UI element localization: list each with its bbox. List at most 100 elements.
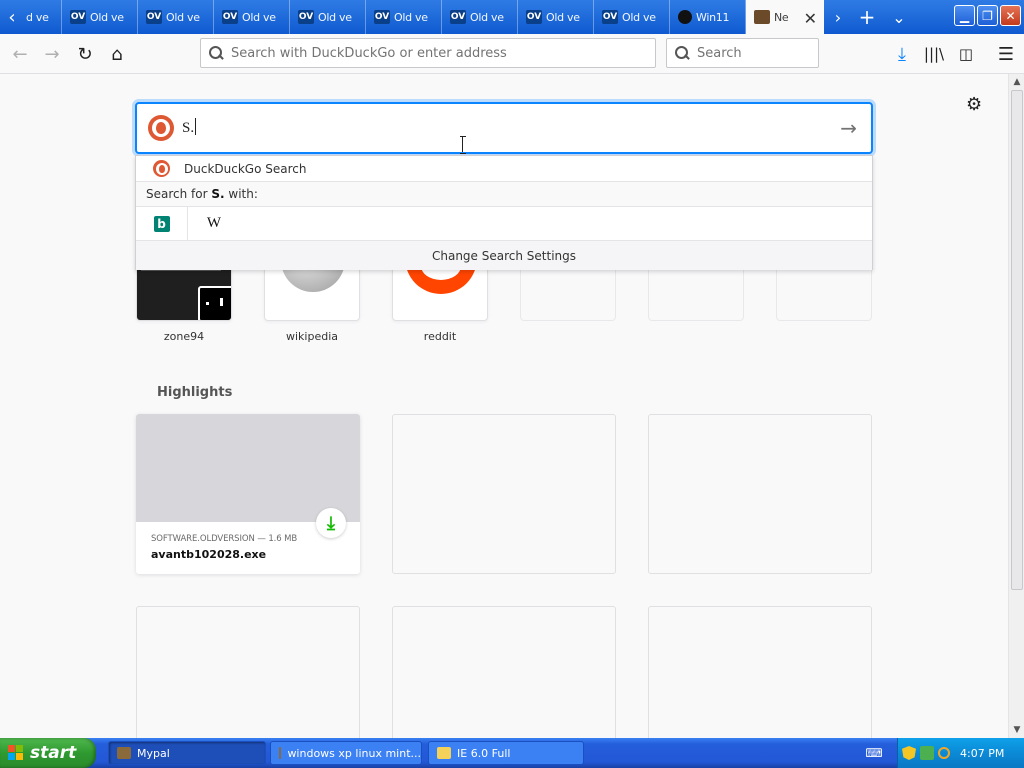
oldversion-icon: OV: [222, 10, 238, 24]
empty-highlight: [392, 414, 616, 574]
shield-icon[interactable]: [902, 746, 916, 760]
highlight-card[interactable]: ⤓ SOFTWARE.OLDVERSION — 1.6 MB avantb102…: [136, 414, 360, 574]
wikipedia-engine-button[interactable]: W: [188, 207, 240, 241]
start-label: start: [30, 743, 77, 763]
tab-scroll-left-icon[interactable]: ‹: [0, 0, 24, 34]
minimize-button[interactable]: ▁: [954, 5, 975, 26]
empty-highlight: [136, 606, 360, 738]
search-suggestions-dropdown: DuckDuckGo Search Search for S. with: b …: [135, 155, 873, 270]
taskbar-item-folder[interactable]: IE 6.0 Full: [428, 741, 584, 765]
tab[interactable]: OV Old ve: [594, 0, 670, 34]
oldversion-icon: OV: [146, 10, 162, 24]
tab-title: Ne: [774, 10, 789, 24]
clock: 4:07 PM: [960, 746, 1005, 760]
zone94-icon: [198, 286, 231, 320]
bing-engine-button[interactable]: b: [136, 206, 188, 241]
tab-title: Old ve: [394, 10, 428, 24]
duckduckgo-icon: [148, 115, 174, 141]
tab-title: Old ve: [242, 10, 276, 24]
highlight-filename: avantb102028.exe: [151, 548, 267, 561]
mypal-icon: [754, 10, 770, 24]
tab-title: Old ve: [166, 10, 200, 24]
forward-icon[interactable]: →: [38, 40, 66, 68]
bing-icon: b: [153, 215, 170, 232]
tab-active[interactable]: Ne ✕: [746, 0, 824, 34]
taskbar-item-label: IE 6.0 Full: [457, 746, 511, 760]
vertical-scrollbar[interactable]: ▲ ▼: [1008, 74, 1024, 738]
windows-flag-icon: [8, 745, 24, 761]
taskbar: start Mypal windows xp linux mint... IE …: [0, 738, 1024, 768]
close-tab-icon[interactable]: ✕: [804, 9, 817, 28]
top-site-label: wikipedia: [285, 330, 338, 343]
oldversion-icon: OV: [70, 10, 86, 24]
suggestion-engine-row[interactable]: DuckDuckGo Search: [136, 156, 872, 181]
scroll-up-icon[interactable]: ▲: [1009, 74, 1024, 90]
search-go-icon[interactable]: →: [840, 116, 857, 140]
top-site-label: reddit: [423, 330, 457, 343]
tab[interactable]: OV Old ve: [62, 0, 138, 34]
tab-scroll-right-icon[interactable]: ›: [823, 0, 853, 34]
downloads-icon[interactable]: ⤓: [888, 40, 916, 68]
tab[interactable]: OV Old ve: [518, 0, 594, 34]
tab-title: Old ve: [546, 10, 580, 24]
engine-name: DuckDuckGo Search: [184, 161, 307, 176]
scrollbar-thumb[interactable]: [1011, 90, 1023, 590]
search-for-suffix: with:: [224, 187, 258, 201]
menu-icon[interactable]: ☰: [992, 40, 1020, 68]
search-input[interactable]: S.: [182, 118, 197, 137]
win11-icon: [678, 10, 692, 24]
taskbar-item-label: windows xp linux mint...: [287, 746, 421, 760]
network-icon[interactable]: [920, 746, 934, 760]
scroll-down-icon[interactable]: ▼: [1009, 722, 1024, 738]
tab[interactable]: OV Old ve: [366, 0, 442, 34]
keyboard-icon[interactable]: ⌨: [864, 745, 884, 761]
highlight-source: SOFTWARE.OLDVERSION — 1.6 MB: [151, 534, 298, 544]
restore-button[interactable]: ❐: [977, 5, 998, 26]
tab-title: Win11: [696, 10, 730, 24]
highlights-title: Highlights: [157, 385, 233, 400]
reload-icon[interactable]: ↻: [71, 40, 99, 68]
tab[interactable]: OV Old ve: [138, 0, 214, 34]
empty-highlight: [648, 414, 872, 574]
sidebar-icon[interactable]: ◫: [952, 40, 980, 68]
tab[interactable]: d ve: [24, 0, 62, 34]
oldversion-icon: OV: [450, 10, 466, 24]
tab[interactable]: Win11: [670, 0, 746, 34]
tab-title: Old ve: [622, 10, 656, 24]
home-icon[interactable]: ⌂: [103, 40, 131, 68]
tab[interactable]: OV Old ve: [442, 0, 518, 34]
taskbar-item-label: Mypal: [137, 746, 170, 760]
start-button[interactable]: start: [0, 738, 96, 768]
search-icon: [209, 46, 223, 60]
top-site-label: zone94: [163, 330, 205, 343]
new-tab-page: ⚙ zone94 wikipedia reddit Highlights ⤓ S…: [0, 74, 1008, 738]
back-icon[interactable]: ←: [6, 40, 34, 68]
taskbar-item-mypal[interactable]: Mypal: [108, 741, 266, 765]
search-for-row: Search for S. with:: [136, 181, 872, 206]
folder-icon: [437, 747, 451, 759]
close-window-button[interactable]: ✕: [1000, 5, 1021, 26]
mypal-icon: [117, 747, 131, 759]
highlight-thumbnail: [136, 414, 360, 522]
search-bar[interactable]: Search: [666, 38, 819, 68]
address-placeholder: Search with DuckDuckGo or enter address: [231, 45, 507, 61]
search-for-term: S.: [211, 187, 225, 201]
wikipedia-icon: W: [206, 215, 222, 231]
library-icon[interactable]: |||\: [920, 40, 948, 68]
tab[interactable]: OV Old ve: [290, 0, 366, 34]
search-icon: [675, 46, 689, 60]
tab-title: Old ve: [318, 10, 352, 24]
change-search-settings-button[interactable]: Change Search Settings: [136, 240, 872, 270]
duckduckgo-icon: [153, 160, 170, 177]
list-tabs-icon[interactable]: ⌄: [884, 0, 914, 34]
tab-title: Old ve: [90, 10, 124, 24]
search-icon[interactable]: [938, 747, 950, 759]
download-icon: ⤓: [316, 508, 346, 538]
tab[interactable]: OV Old ve: [214, 0, 290, 34]
address-bar[interactable]: Search with DuckDuckGo or enter address: [200, 38, 656, 68]
gear-icon[interactable]: ⚙: [966, 94, 982, 115]
page-search-box[interactable]: S. →: [135, 102, 873, 154]
taskbar-item-mypal-window[interactable]: windows xp linux mint...: [270, 741, 422, 765]
new-tab-icon[interactable]: +: [852, 0, 882, 34]
tab-title: Old ve: [470, 10, 504, 24]
